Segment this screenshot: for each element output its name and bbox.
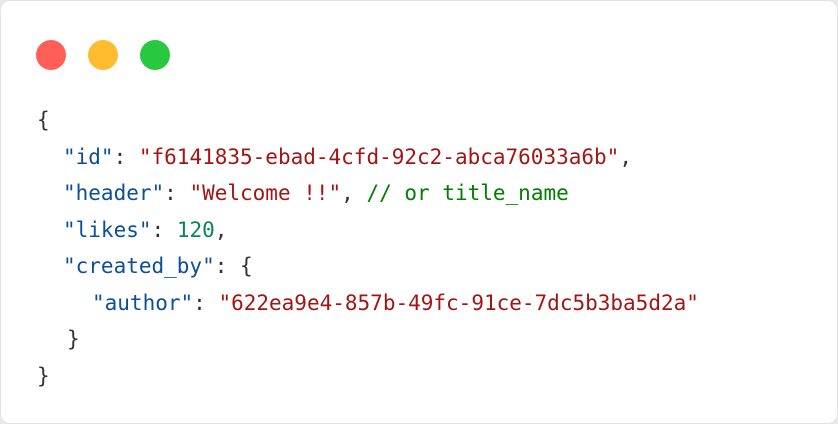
id-key: "id" — [63, 144, 114, 169]
code-line-created-by: "created_by": { — [37, 248, 699, 285]
code-line-likes: "likes": 120, — [37, 212, 699, 249]
created-by-key: "created_by" — [63, 254, 215, 278]
created-by-close-brace: } — [67, 327, 80, 351]
comma: , — [341, 181, 367, 205]
code-window: { "id": "f6141835-ebad-4cfd-92c2-abca7603… — [0, 0, 838, 424]
close-window-button[interactable] — [36, 40, 66, 70]
colon: : — [151, 217, 177, 242]
code-line-open: { — [37, 102, 699, 139]
colon: : — [193, 290, 219, 315]
code-line-created-by-close: } — [37, 321, 699, 358]
header-value: "Welcome !!" — [189, 181, 342, 205]
close-brace: } — [37, 363, 50, 388]
code-line-id: "id": "f6141835-ebad-4cfd-92c2-abca76033… — [37, 139, 699, 176]
likes-key: "likes" — [63, 217, 152, 242]
comma: , — [214, 217, 228, 242]
minimize-window-button[interactable] — [88, 40, 118, 70]
author-value: "622ea9e4-857b-49fc-91ce-7dc5b3ba5d2a" — [218, 290, 699, 315]
code-line-close: } — [37, 358, 699, 395]
code-line-author: "author": "622ea9e4-857b-49fc-91ce-7dc5b… — [37, 285, 699, 322]
open-brace: { — [37, 108, 50, 132]
likes-value: 120 — [176, 217, 215, 242]
colon: : — [113, 144, 139, 169]
author-key: "author" — [92, 290, 194, 315]
id-value: "f6141835-ebad-4cfd-92c2-abca76033a6b" — [138, 144, 620, 169]
header-key: "header" — [63, 181, 165, 205]
code-line-header: "header": "Welcome !!", // or title_name — [37, 175, 699, 212]
zoom-window-button[interactable] — [140, 40, 170, 70]
colon: : — [164, 181, 190, 205]
comma: , — [619, 144, 632, 169]
created-by-open-brace: { — [240, 254, 253, 278]
header-comment: // or title_name — [366, 181, 569, 205]
window-controls — [36, 40, 170, 70]
json-code-block: { "id": "f6141835-ebad-4cfd-92c2-abca7603… — [37, 102, 699, 394]
colon: : — [214, 254, 241, 278]
